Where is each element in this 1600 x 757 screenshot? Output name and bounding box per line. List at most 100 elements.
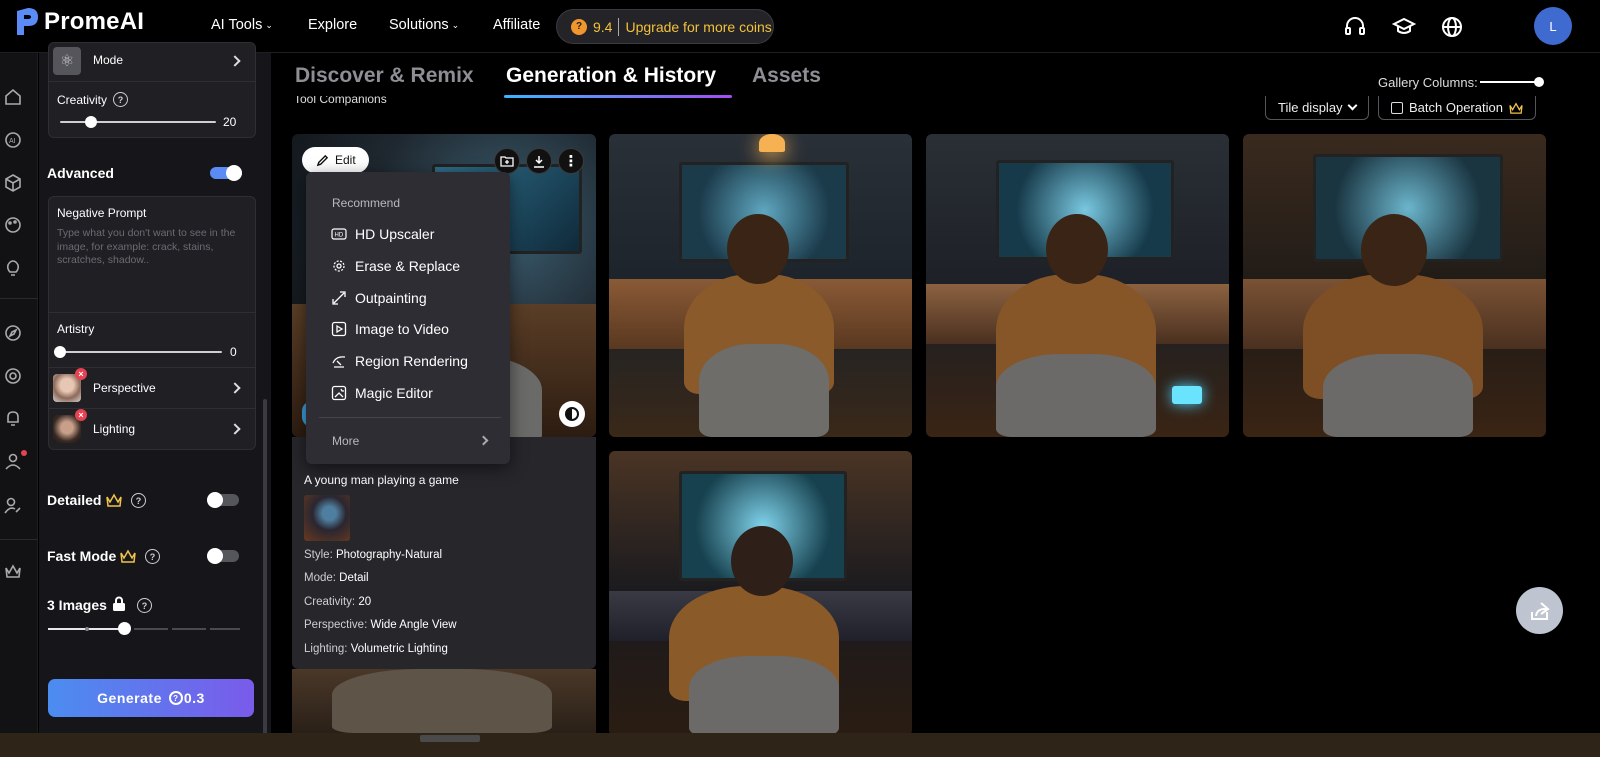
edit-button[interactable]: Edit <box>302 147 369 173</box>
palette-icon[interactable] <box>3 215 23 235</box>
gallery-columns-label: Gallery Columns: <box>1378 75 1478 90</box>
generated-image-6[interactable] <box>292 669 596 733</box>
artistry-slider-track[interactable] <box>60 351 222 353</box>
notification-dot <box>21 450 27 456</box>
nav-affiliate[interactable]: Affiliate <box>493 17 540 33</box>
creativity-slider-track[interactable] <box>60 121 216 123</box>
nav-solutions-label: Solutions <box>389 17 449 33</box>
horizontal-scrollbar[interactable] <box>420 735 480 742</box>
fast-mode-toggle[interactable] <box>207 548 239 564</box>
divider <box>618 17 620 36</box>
help-icon[interactable]: ? <box>145 549 160 564</box>
share-button[interactable] <box>1516 587 1563 634</box>
ai-icon[interactable]: AI <box>3 130 23 150</box>
coins-upgrade-button[interactable]: ? 9.4 Upgrade for more coins <box>556 9 774 44</box>
generated-image-4[interactable] <box>1243 134 1546 437</box>
user-edit-icon[interactable] <box>3 495 23 515</box>
chevron-down-icon: ⌄ <box>451 19 460 30</box>
tile-display-dropdown[interactable]: Tile display <box>1265 96 1369 120</box>
generated-image-2[interactable] <box>609 134 912 437</box>
help-icon[interactable]: ? <box>113 92 128 107</box>
divider <box>49 312 255 313</box>
lightbulb-icon[interactable] <box>3 258 23 278</box>
menu-item-more[interactable]: More <box>320 428 500 452</box>
generate-cost: 0.3 <box>183 690 205 706</box>
generated-image-5[interactable] <box>609 451 912 736</box>
logo[interactable]: PromeAI <box>14 7 144 37</box>
batch-operation-button[interactable]: Batch Operation <box>1378 96 1536 120</box>
perspective-row[interactable]: × Perspective <box>52 368 252 404</box>
reference-thumbnail[interactable] <box>304 495 350 541</box>
avatar-initial: L <box>1549 18 1557 34</box>
slider-tick <box>85 627 89 631</box>
cube-icon[interactable] <box>3 173 23 193</box>
nav-ai-tools[interactable]: AI Tools ⌄ <box>211 17 273 33</box>
crown-icon[interactable] <box>3 561 23 581</box>
images-count-slider[interactable] <box>48 622 240 635</box>
home-icon[interactable] <box>3 87 23 107</box>
bell-icon[interactable] <box>3 408 23 428</box>
lighting-info: Lighting: Volumetric Lighting <box>304 643 448 655</box>
user-icon[interactable] <box>3 451 23 471</box>
mode-row[interactable]: ⚛ Mode <box>52 47 252 75</box>
graduation-cap-icon[interactable] <box>1392 15 1416 39</box>
app-name: PromeAI <box>44 8 145 35</box>
tab-discover-remix[interactable]: Discover & Remix <box>295 64 474 88</box>
tab-generation-history[interactable]: Generation & History <box>506 64 716 88</box>
gallery-columns-knob[interactable] <box>1534 77 1544 87</box>
download-icon <box>534 155 544 168</box>
generate-button[interactable]: Generate ? 0.3 <box>48 679 254 717</box>
slider-segment <box>210 628 240 630</box>
remove-icon[interactable]: × <box>75 409 87 421</box>
region-icon <box>332 356 346 368</box>
nav-affiliate-label: Affiliate <box>493 17 541 33</box>
batch-icon <box>1391 101 1403 114</box>
compass-icon[interactable] <box>3 323 23 343</box>
menu-item-outpainting[interactable]: Outpainting <box>331 290 427 306</box>
hd-icon: HD <box>331 228 347 240</box>
globe-icon[interactable] <box>1440 15 1464 39</box>
menu-item-label: Erase & Replace <box>355 258 461 274</box>
advanced-toggle[interactable] <box>210 165 242 181</box>
glow-device <box>1172 386 1202 404</box>
more-label: More <box>332 434 360 448</box>
share-icon <box>1530 601 1550 620</box>
lighting-row[interactable]: × Lighting <box>52 409 252 445</box>
generated-image-3[interactable] <box>926 134 1229 437</box>
detailed-toggle[interactable] <box>207 492 239 508</box>
slider-knob[interactable] <box>118 622 131 635</box>
video-icon <box>331 321 347 337</box>
divider <box>319 417 501 418</box>
coin-balance: 9.4 <box>593 18 613 35</box>
remove-icon[interactable]: × <box>75 368 87 380</box>
more-options-button[interactable]: ⋮ <box>558 148 584 174</box>
target-icon[interactable] <box>3 366 23 386</box>
help-icon[interactable]: ? <box>131 493 146 508</box>
negative-prompt-input[interactable]: Type what you don't want to see in the i… <box>57 227 247 307</box>
nav-solutions[interactable]: Solutions ⌄ <box>389 17 459 33</box>
gallery-columns-slider[interactable] <box>1480 81 1540 83</box>
download-button[interactable] <box>526 148 552 174</box>
images-count-label: 3 Images <box>47 597 107 613</box>
save-to-folder-button[interactable] <box>494 148 520 174</box>
compare-button[interactable] <box>559 401 585 427</box>
avatar[interactable]: L <box>1534 7 1572 45</box>
artistry-label: Artistry <box>57 322 95 336</box>
help-icon[interactable]: ? <box>137 598 152 613</box>
artistry-slider-knob[interactable] <box>54 346 66 358</box>
chevron-right-icon <box>229 382 241 394</box>
generate-label: Generate <box>97 690 162 706</box>
panel-scrollbar[interactable] <box>263 399 267 755</box>
menu-item-hd-upscaler[interactable]: HD HD Upscaler <box>331 226 434 242</box>
upgrade-label: Upgrade for more coins <box>625 18 772 35</box>
headset-icon[interactable] <box>1343 15 1367 39</box>
tab-assets[interactable]: Assets <box>752 64 821 88</box>
menu-item-label: Outpainting <box>355 290 427 306</box>
menu-item-erase-replace[interactable]: Erase & Replace <box>331 258 460 274</box>
menu-item-image-to-video[interactable]: Image to Video <box>331 321 449 337</box>
menu-item-magic-editor[interactable]: Magic Editor <box>331 385 433 401</box>
coin-icon: ? <box>168 691 183 705</box>
nav-explore[interactable]: Explore <box>308 17 357 33</box>
menu-item-region-rendering[interactable]: Region Rendering <box>331 353 468 369</box>
tool-companions-label[interactable]: Tool Companions <box>294 96 387 106</box>
